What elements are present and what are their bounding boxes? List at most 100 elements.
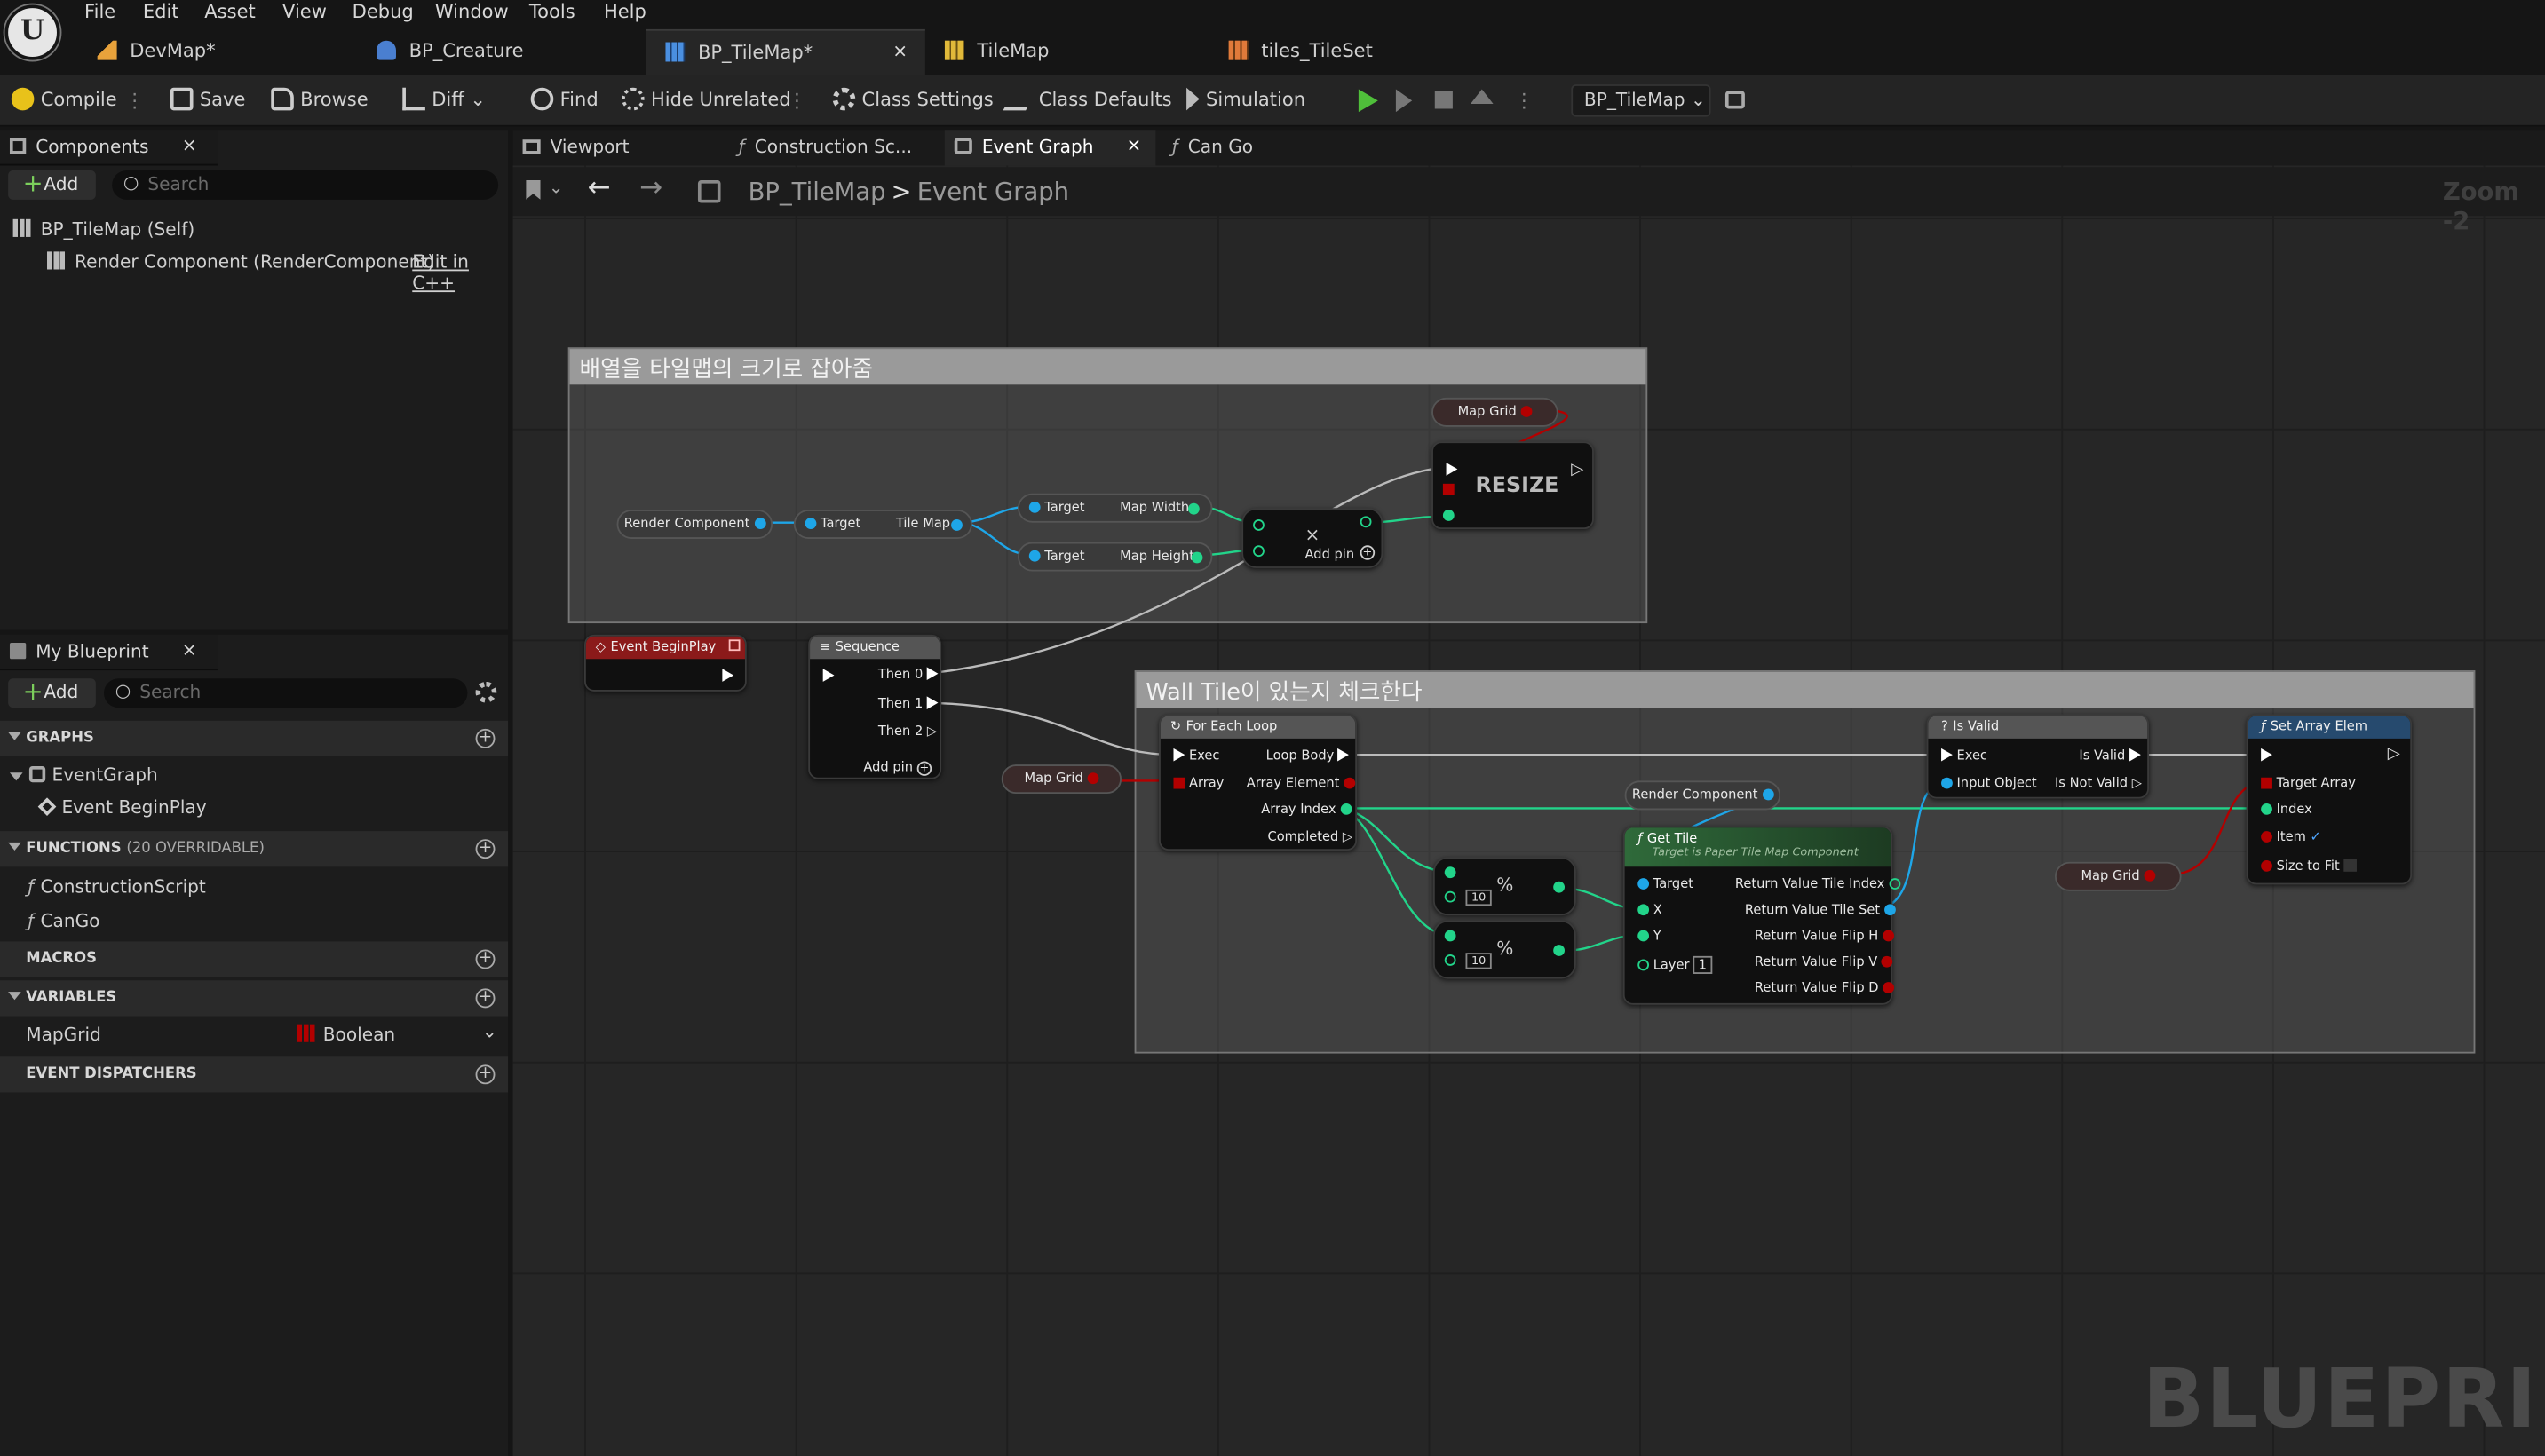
mod-input[interactable]: 10 bbox=[1465, 953, 1492, 969]
item-pin[interactable]: Item ✓ bbox=[2261, 829, 2321, 844]
ret-set-pin[interactable]: Return Value Tile Set bbox=[1745, 903, 1896, 917]
node-map-grid-getter-3[interactable]: Map Grid bbox=[2054, 861, 2182, 891]
exec-pin-out[interactable]: ▷ bbox=[1571, 461, 1583, 479]
exec-pin-out[interactable] bbox=[926, 667, 939, 681]
node-modulo-x[interactable]: 10 % bbox=[1432, 857, 1576, 916]
add-pin-button[interactable]: Add pin + bbox=[863, 760, 932, 776]
node-render-component[interactable]: Render Component bbox=[616, 510, 773, 539]
exec-pin-in[interactable] bbox=[822, 669, 835, 682]
int-pin-icon[interactable] bbox=[1253, 519, 1265, 531]
node-header: ≡ Sequence bbox=[810, 636, 940, 660]
int-pin-icon[interactable] bbox=[1187, 502, 1200, 515]
then2-pin[interactable]: Then 2 ▷ bbox=[878, 724, 937, 738]
object-pin-icon[interactable] bbox=[1762, 788, 1773, 801]
node-header: ? Is Valid bbox=[1928, 716, 2148, 739]
node-header: ◇ Event BeginPlay bbox=[585, 636, 745, 660]
exec-pin-in[interactable] bbox=[2261, 748, 2272, 762]
int-pin-icon[interactable] bbox=[1360, 516, 1372, 528]
int-pin-icon[interactable] bbox=[1253, 545, 1265, 558]
bool-pin-icon bbox=[1881, 955, 1893, 968]
node-map-grid-getter[interactable]: Map Grid bbox=[1431, 397, 1558, 427]
array-pin[interactable]: Array bbox=[1173, 776, 1224, 790]
node-get-tile-map[interactable]: Target Tile Map bbox=[793, 510, 972, 539]
layer-pin[interactable]: Layer 1 bbox=[1637, 955, 1712, 974]
then0-pin[interactable]: Then 0 bbox=[878, 667, 939, 682]
node-title: % bbox=[1496, 874, 1514, 897]
int-pin-icon[interactable] bbox=[1444, 954, 1456, 966]
x-pin[interactable]: X bbox=[1637, 903, 1662, 917]
is-not-valid-pin[interactable]: Is Not Valid ▷ bbox=[2055, 776, 2142, 790]
checkbox-checked-icon[interactable]: ✓ bbox=[2311, 829, 2321, 843]
array-pin-icon[interactable] bbox=[1087, 772, 1099, 785]
target-array-pin[interactable]: Target Array bbox=[2261, 776, 2356, 790]
input-object-pin[interactable]: Input Object bbox=[1941, 776, 2037, 790]
is-valid-pin[interactable]: Is Valid bbox=[2079, 748, 2141, 763]
array-pin-icon[interactable] bbox=[1520, 406, 1533, 417]
exec-pin-out[interactable] bbox=[722, 669, 734, 682]
index-pin[interactable]: Index bbox=[2261, 802, 2312, 817]
pin-label: Return Value Tile Index bbox=[1734, 876, 1885, 891]
object-pin-icon[interactable] bbox=[805, 518, 817, 530]
pin-label: Target bbox=[1044, 500, 1085, 515]
delegate-pin-icon[interactable] bbox=[728, 639, 741, 652]
ret-flipv-pin[interactable]: Return Value Flip V bbox=[1755, 954, 1893, 969]
node-label: Map Grid bbox=[1024, 771, 1083, 786]
int-pin-icon[interactable] bbox=[1442, 510, 1455, 521]
object-pin-icon[interactable] bbox=[1028, 550, 1041, 562]
node-get-tile[interactable]: ƒ Get Tile Target is Paper Tile Map Compo… bbox=[1622, 826, 1900, 1005]
exec-pin[interactable]: Exec bbox=[1941, 748, 1987, 763]
node-map-grid-getter-2[interactable]: Map Grid bbox=[1001, 764, 1122, 795]
then1-pin[interactable]: Then 1 bbox=[878, 696, 939, 711]
add-pin-icon[interactable]: + bbox=[1360, 545, 1376, 560]
completed-pin[interactable]: Completed ▷ bbox=[1268, 829, 1353, 843]
ret-fliph-pin[interactable]: Return Value Flip H bbox=[1755, 929, 1894, 943]
pin-label: Map Height bbox=[1120, 548, 1195, 564]
object-pin-icon[interactable] bbox=[754, 518, 765, 530]
ret-index-pin[interactable]: Return Value Tile Index bbox=[1734, 876, 1900, 891]
pin-label: Size to Fit bbox=[2276, 859, 2340, 874]
exec-pin-in[interactable] bbox=[1446, 463, 1458, 476]
bool-pin-icon bbox=[2261, 831, 2272, 843]
checkbox-icon[interactable] bbox=[2343, 859, 2357, 872]
array-index-pin[interactable]: Array Index bbox=[1261, 802, 1352, 817]
exec-pin[interactable]: Exec bbox=[1173, 748, 1219, 763]
node-set-array-elem[interactable]: ƒ Set Array Elem ▷ Target Array Index Ite… bbox=[2246, 714, 2413, 885]
exec-pin-out[interactable]: ▷ bbox=[2388, 745, 2400, 763]
node-modulo-y[interactable]: 10 % bbox=[1432, 920, 1576, 979]
array-pin-icon bbox=[1173, 777, 1185, 789]
y-pin[interactable]: Y bbox=[1637, 929, 1661, 943]
node-map-height[interactable]: Target Map Height bbox=[1018, 542, 1213, 572]
int-pin-icon[interactable] bbox=[1553, 881, 1565, 893]
node-for-each-loop[interactable]: ↻ For Each Loop Exec Array Loop Body Arra… bbox=[1159, 714, 1358, 851]
int-pin-icon[interactable] bbox=[1191, 551, 1203, 564]
pin-label: Array Element bbox=[1246, 775, 1340, 791]
node-title: RESIZE bbox=[1475, 473, 1559, 499]
array-element-pin[interactable]: Array Element bbox=[1247, 776, 1355, 790]
loop-body-pin[interactable]: Loop Body bbox=[1266, 748, 1350, 763]
exec-pin-in bbox=[1173, 748, 1185, 762]
exec-pin-out[interactable] bbox=[926, 696, 939, 709]
int-pin-icon[interactable] bbox=[1553, 945, 1565, 956]
add-pin-label[interactable]: Add pin bbox=[1305, 547, 1355, 561]
pin-label: Is Not Valid bbox=[2054, 775, 2129, 791]
array-pin-icon[interactable] bbox=[1442, 483, 1455, 495]
int-pin-icon[interactable] bbox=[1444, 890, 1456, 903]
object-pin-icon[interactable] bbox=[951, 519, 963, 531]
object-pin-icon[interactable] bbox=[1028, 501, 1041, 513]
layer-input[interactable]: 1 bbox=[1693, 955, 1712, 974]
node-multiply[interactable]: × Add pin + bbox=[1241, 508, 1383, 568]
node-sequence[interactable]: ≡ Sequence Then 0 Then 1 Then 2 ▷ Add pin… bbox=[808, 634, 942, 779]
node-map-width[interactable]: Target Map Width bbox=[1018, 493, 1213, 523]
node-event-beginplay[interactable]: ◇ Event BeginPlay bbox=[584, 634, 747, 692]
exec-pin-in bbox=[1941, 748, 1953, 762]
array-pin-icon[interactable] bbox=[2144, 869, 2156, 882]
node-is-valid[interactable]: ? Is Valid Exec Input Object Is Valid Is … bbox=[1926, 714, 2150, 799]
node-resize[interactable]: ▷ RESIZE bbox=[1431, 441, 1594, 530]
target-pin[interactable]: Target bbox=[1637, 876, 1693, 891]
int-pin-icon[interactable] bbox=[1444, 930, 1456, 942]
mod-input[interactable]: 10 bbox=[1465, 889, 1492, 906]
int-pin-icon[interactable] bbox=[1444, 866, 1456, 879]
node-render-component-2[interactable]: Render Component bbox=[1624, 780, 1781, 811]
ret-flipd-pin[interactable]: Return Value Flip D bbox=[1755, 980, 1895, 995]
size-to-fit-pin[interactable]: Size to Fit bbox=[2261, 859, 2357, 874]
